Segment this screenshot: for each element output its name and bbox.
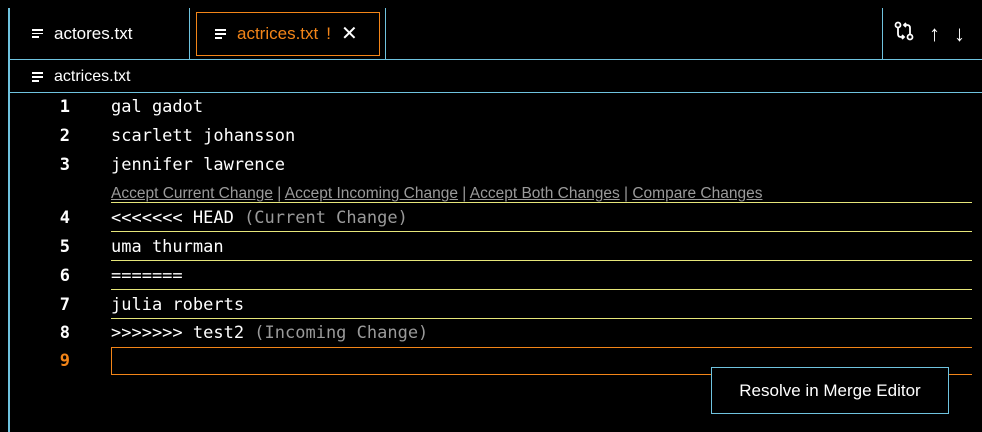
line-text: jennifer lawrence (111, 155, 285, 175)
editor-line: 7 julia roberts (10, 291, 982, 319)
line-number: 1 (59, 97, 70, 117)
line-number: 2 (59, 126, 70, 146)
compare-changes-icon[interactable] (893, 20, 915, 48)
conflict-rule (111, 231, 972, 232)
line-text: uma thurman (111, 237, 224, 257)
conflict-codelens: Accept Current Change | Accept Incoming … (111, 185, 762, 203)
compare-changes-link[interactable]: Compare Changes (632, 185, 762, 202)
tab-actores[interactable]: actores.txt (10, 8, 190, 59)
line-number: 5 (59, 237, 70, 257)
modified-indicator: ! (326, 24, 331, 43)
editor-line: 5 uma thurman (10, 233, 982, 261)
conflict-marker: >>>>>>> test2 (111, 323, 245, 343)
line-number: 4 (59, 208, 70, 228)
line-number: 6 (59, 266, 70, 286)
tab-label: actores.txt (54, 23, 133, 43)
resolve-in-merge-editor-button[interactable]: Resolve in Merge Editor (711, 367, 949, 414)
line-text: ======= (111, 266, 183, 286)
close-icon[interactable]: ✕ (341, 24, 358, 44)
file-lines-icon (32, 27, 45, 41)
conflict-rule (111, 202, 972, 203)
tab-separator (385, 8, 386, 59)
line-number: 8 (59, 323, 70, 343)
codelens-separator: | (619, 185, 633, 202)
line-number: 7 (59, 295, 70, 315)
editor-line: 6 ======= (10, 262, 982, 290)
editor-line: 3 jennifer lawrence (10, 151, 982, 179)
previous-conflict-icon[interactable]: ↑ (929, 21, 940, 47)
file-lines-icon (32, 70, 45, 84)
conflict-rule (111, 289, 972, 290)
codelens-separator: | (272, 185, 285, 202)
line-text: gal gadot (111, 97, 204, 117)
tab-label: actrices.txt (237, 24, 319, 43)
conflict-rule (111, 260, 972, 261)
conflict-marker: <<<<<<< HEAD (111, 208, 234, 228)
breadcrumb[interactable]: actrices.txt (32, 62, 130, 92)
file-lines-icon (215, 27, 228, 41)
editor-line: 1 gal gadot (10, 93, 982, 121)
line-text: scarlett johansson (111, 126, 296, 146)
tab-actrices[interactable]: actrices.txt ! ✕ (196, 12, 380, 56)
accept-current-change-link[interactable]: Accept Current Change (111, 185, 273, 202)
breadcrumb-file[interactable]: actrices.txt (54, 68, 130, 86)
editor-line: 2 scarlett johansson (10, 122, 982, 150)
line-number: 9 (59, 351, 70, 371)
accept-both-changes-link[interactable]: Accept Both Changes (470, 185, 620, 202)
line-text: >>>>>>> test2 (Incoming Change) (111, 319, 428, 347)
line-text: julia roberts (111, 295, 245, 315)
line-number: 3 (59, 155, 70, 175)
editor-line: 4 <<<<<<< HEAD (Current Change) (10, 204, 982, 232)
editor-line: 8 >>>>>>> test2 (Incoming Change) (10, 319, 982, 347)
codelens-separator: | (457, 185, 470, 202)
line-text: <<<<<<< HEAD (Current Change) (111, 204, 408, 232)
editor-actions: ↑ ↓ (882, 8, 982, 59)
accept-incoming-change-link[interactable]: Accept Incoming Change (285, 185, 458, 202)
conflict-hint: (Current Change) (233, 208, 408, 228)
tab-bar: actores.txt actrices.txt ! ✕ ↑ ↓ (10, 8, 982, 60)
conflict-hint: (Incoming Change) (244, 323, 429, 343)
next-conflict-icon[interactable]: ↓ (954, 21, 965, 47)
